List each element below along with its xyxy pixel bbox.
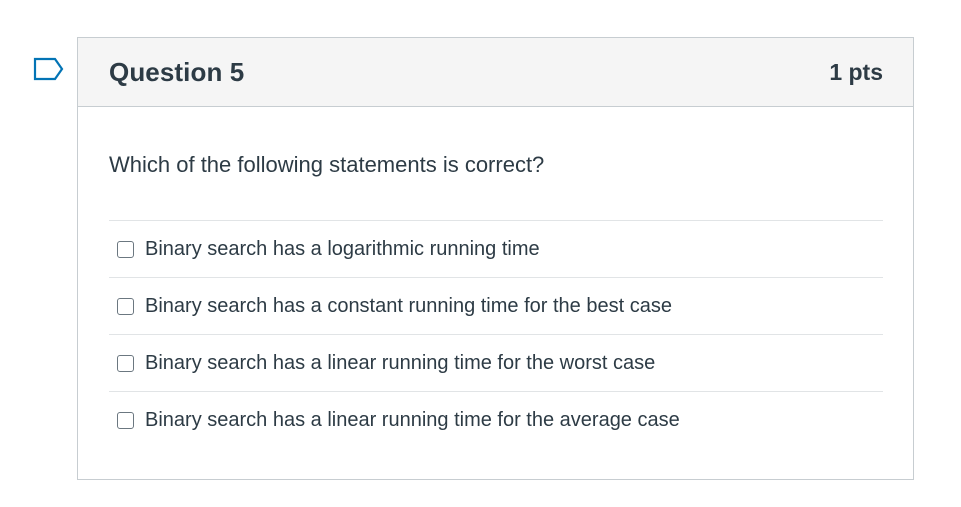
answer-checkbox[interactable]: [117, 297, 134, 315]
answer-label: Binary search has a constant running tim…: [145, 295, 672, 317]
answer-option[interactable]: Binary search has a constant running tim…: [109, 277, 883, 334]
answer-label: Binary search has a linear running time …: [145, 352, 656, 374]
question-title: Question 5: [109, 56, 245, 87]
question-card: Question 5 1 pts Which of the following …: [77, 37, 914, 480]
answer-option[interactable]: Binary search has a logarithmic running …: [109, 220, 883, 277]
answer-label: Binary search has a logarithmic running …: [145, 238, 540, 260]
answer-option[interactable]: Binary search has a linear running time …: [109, 391, 883, 448]
question-body: Which of the following statements is cor…: [78, 107, 913, 448]
answer-option[interactable]: Binary search has a linear running time …: [109, 334, 883, 391]
answer-checkbox[interactable]: [117, 240, 134, 258]
answer-checkbox[interactable]: [117, 354, 134, 372]
question-header: Question 5 1 pts: [78, 38, 913, 107]
question-text: Which of the following statements is cor…: [109, 152, 545, 177]
answer-list: Binary search has a logarithmic running …: [109, 220, 883, 448]
flag-question-icon[interactable]: [33, 57, 65, 85]
question-points: 1 pts: [829, 58, 883, 85]
answer-checkbox[interactable]: [117, 411, 134, 429]
answer-label: Binary search has a linear running time …: [145, 409, 680, 431]
